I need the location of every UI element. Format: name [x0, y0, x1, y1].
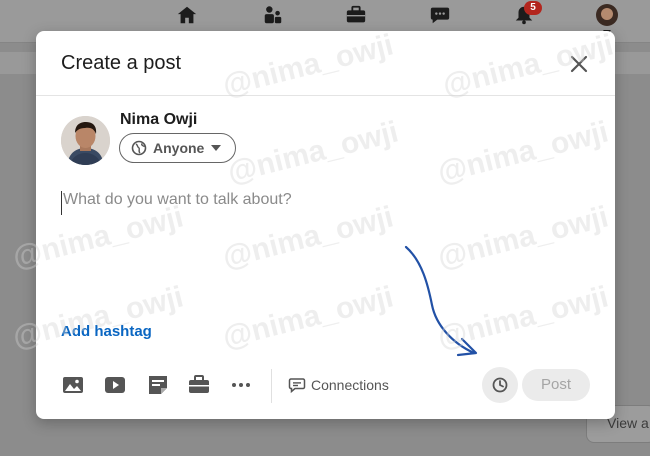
dialog-header: Create a post	[36, 31, 615, 96]
audience-label: Anyone	[153, 140, 205, 156]
home-icon[interactable]	[176, 4, 198, 26]
background-panel	[0, 52, 36, 74]
schedule-button[interactable]	[482, 367, 518, 403]
add-hashtag-link[interactable]: Add hashtag	[61, 323, 152, 340]
hand-drawn-arrow-icon	[404, 245, 478, 357]
close-button[interactable]	[566, 51, 592, 77]
post-button[interactable]: Post	[522, 369, 590, 401]
background-panel	[615, 52, 650, 74]
create-post-dialog: Create a post Nima Owji Anyone What do y…	[9, 28, 617, 419]
photo-icon[interactable]	[61, 373, 85, 397]
more-icon[interactable]	[229, 373, 253, 397]
watermark: @nima_owji	[219, 280, 397, 355]
job-icon[interactable]	[187, 373, 211, 397]
notifications-icon[interactable]: 5	[513, 1, 542, 26]
toolbar-divider	[271, 369, 272, 403]
watermark: @nima_owji	[9, 280, 187, 355]
close-icon	[570, 55, 588, 73]
comment-visibility-button[interactable]: Connections	[288, 374, 389, 396]
globe-icon	[131, 140, 147, 156]
author-avatar	[61, 116, 110, 165]
post-text-input[interactable]: What do you want to talk about?	[61, 191, 583, 215]
speech-bubble-icon	[288, 378, 306, 394]
watermark: @nima_owji	[224, 115, 402, 190]
visibility-label: Connections	[311, 377, 389, 393]
caret-down-icon	[211, 145, 222, 151]
clock-icon	[492, 377, 508, 393]
dialog-title: Create a post	[61, 52, 182, 74]
video-icon[interactable]	[103, 373, 127, 397]
document-icon[interactable]	[146, 373, 170, 397]
audience-selector[interactable]: Anyone	[119, 133, 236, 163]
jobs-icon[interactable]	[345, 4, 367, 26]
messaging-icon[interactable]	[429, 4, 451, 26]
me-avatar[interactable]	[596, 4, 618, 26]
notification-badge: 5	[524, 1, 542, 15]
network-icon[interactable]	[262, 4, 284, 26]
watermark: @nima_owji	[434, 115, 612, 190]
author-name: Nima Owji	[120, 111, 198, 128]
